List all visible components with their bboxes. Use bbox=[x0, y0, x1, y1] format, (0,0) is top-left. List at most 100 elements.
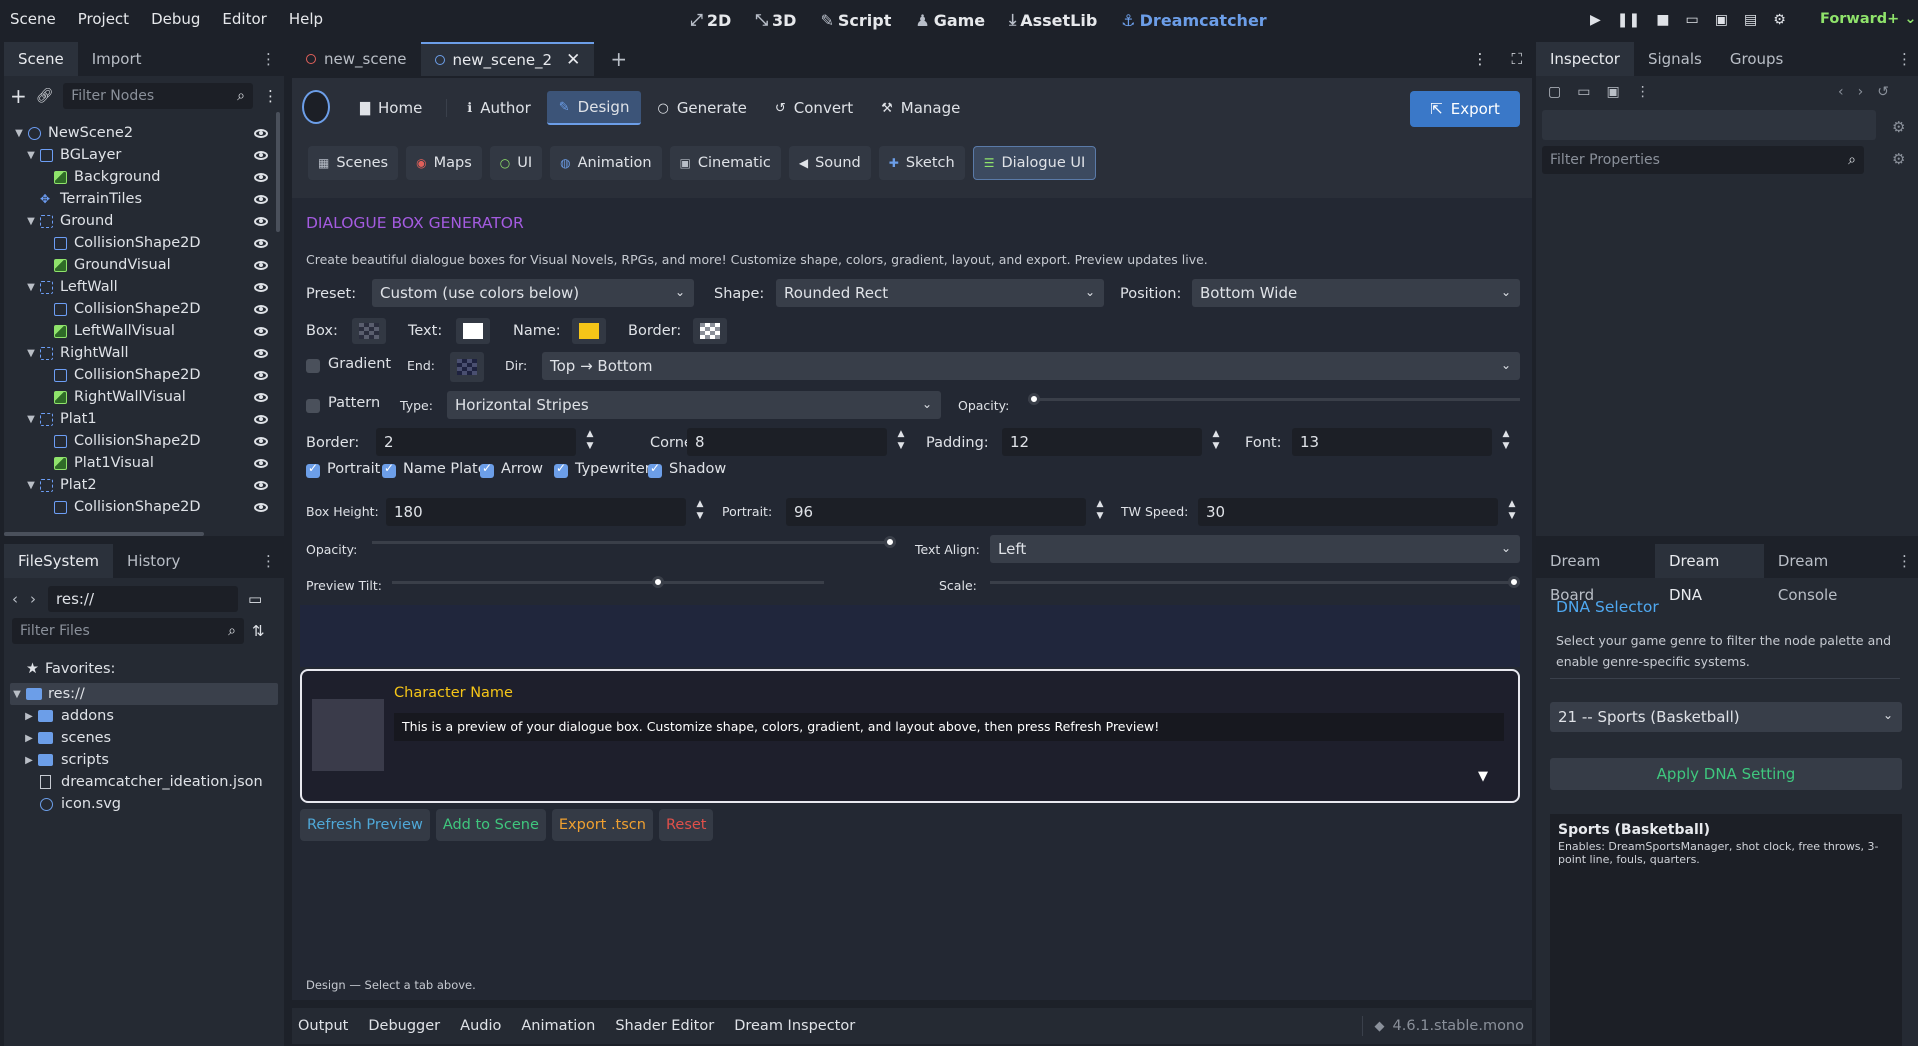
workspace-assetlib[interactable]: ⤓ AssetLib bbox=[1009, 10, 1097, 30]
expand-arrow-icon[interactable]: ▼ bbox=[24, 216, 38, 227]
stop-icon[interactable]: ■ bbox=[1656, 12, 1669, 28]
expand-arrow-icon[interactable]: ▼ bbox=[12, 128, 26, 139]
text-color-picker[interactable] bbox=[456, 318, 490, 344]
scene-menu-icon[interactable]: ⋮ bbox=[263, 87, 278, 105]
nav-home[interactable]: ▇ Home bbox=[348, 91, 434, 125]
remote-debug-icon[interactable]: ▭ bbox=[1685, 12, 1698, 28]
tree-node[interactable]: Plat1Visual bbox=[8, 452, 278, 474]
play-custom-icon[interactable]: ▤ bbox=[1744, 12, 1757, 28]
corner-input[interactable]: 8 bbox=[687, 428, 887, 456]
visibility-eye-icon[interactable] bbox=[254, 216, 268, 226]
menu-project[interactable]: Project bbox=[78, 10, 129, 28]
tab-groups[interactable]: Groups bbox=[1716, 42, 1797, 76]
slider-knob[interactable] bbox=[1028, 393, 1040, 405]
link-icon[interactable]: 🔗︎ bbox=[36, 88, 58, 104]
subtab-maps[interactable]: ◉ Maps bbox=[406, 146, 482, 180]
dock-menu-icon[interactable]: ⋮ bbox=[261, 552, 276, 570]
visibility-eye-icon[interactable] bbox=[254, 172, 268, 182]
more-icon[interactable]: ⋮ bbox=[1636, 84, 1650, 100]
subtab-sound[interactable]: ◀ Sound bbox=[788, 146, 871, 180]
workspace-2d[interactable]: ⤢ 2D bbox=[690, 10, 731, 30]
tree-node[interactable]: Background bbox=[8, 166, 278, 188]
save-icon[interactable]: ▣ bbox=[1606, 84, 1619, 100]
nav-generate[interactable]: ○ Generate bbox=[645, 91, 758, 125]
filter-nodes-input[interactable]: Filter Nodes ⌕ bbox=[63, 83, 253, 109]
renderer-select[interactable]: Forward+ ⌄ bbox=[1820, 11, 1917, 27]
slider-knob[interactable] bbox=[1508, 576, 1520, 588]
fs-root-row[interactable]: ▼ res:// bbox=[10, 683, 278, 705]
visibility-eye-icon[interactable] bbox=[254, 414, 268, 424]
scale-slider[interactable] bbox=[990, 576, 1520, 588]
visibility-eye-icon[interactable] bbox=[254, 480, 268, 490]
fs-item[interactable]: ▶ scenes bbox=[10, 727, 278, 749]
gradient-checkbox[interactable] bbox=[306, 359, 320, 373]
fullscreen-icon[interactable]: ⛶ bbox=[1511, 50, 1522, 68]
subtab-ui[interactable]: ○ UI bbox=[489, 146, 543, 180]
expand-arrow-icon[interactable]: ▼ bbox=[24, 348, 38, 359]
visibility-eye-icon[interactable] bbox=[254, 458, 268, 468]
shape-select[interactable]: Rounded Rect ⌄ bbox=[776, 279, 1104, 307]
tab-inspector[interactable]: Inspector bbox=[1536, 42, 1634, 76]
export-button[interactable]: ⇱ Export bbox=[1410, 91, 1520, 127]
bottom-tab-dream-inspector[interactable]: Dream Inspector bbox=[734, 1018, 855, 1034]
preset-select[interactable]: Custom (use colors below) ⌄ bbox=[372, 279, 694, 307]
visibility-eye-icon[interactable] bbox=[254, 370, 268, 380]
tree-node[interactable]: CollisionShape2D bbox=[8, 364, 278, 386]
font-spinner[interactable]: ▲ ▼ bbox=[1498, 428, 1514, 456]
gradient-direction-select[interactable]: Top → Bottom ⌄ bbox=[542, 352, 1520, 380]
subtab-cinematic[interactable]: ▣ Cinematic bbox=[669, 146, 781, 180]
visibility-eye-icon[interactable] bbox=[254, 348, 268, 358]
tab-dream-dna[interactable]: Dream DNA bbox=[1654, 544, 1764, 604]
nav-design[interactable]: ✎ Design bbox=[546, 91, 642, 125]
editor-tab-new-scene[interactable]: new_scene bbox=[292, 42, 421, 76]
tab-menu-icon[interactable]: ⋮ bbox=[1472, 50, 1487, 68]
tab-dream-console[interactable]: Dream Console bbox=[1764, 544, 1897, 604]
menu-help[interactable]: Help bbox=[289, 10, 323, 28]
border-color-picker[interactable] bbox=[693, 318, 727, 344]
tab-filesystem[interactable]: FileSystem bbox=[4, 544, 114, 578]
workspace-3d[interactable]: ⤡ 3D bbox=[755, 10, 796, 30]
pattern-checkbox[interactable] bbox=[306, 399, 320, 413]
bottom-tab-output[interactable]: Output bbox=[298, 1018, 348, 1034]
preview-tilt-slider[interactable] bbox=[392, 576, 824, 588]
sort-icon[interactable]: ⇅ bbox=[252, 622, 265, 640]
filter-properties-input[interactable]: Filter Properties ⌕ bbox=[1542, 146, 1864, 174]
subtab-animation[interactable]: ◍ Animation bbox=[550, 146, 662, 180]
box-height-spinner[interactable]: ▲ ▼ bbox=[692, 498, 708, 526]
forward-icon[interactable]: › bbox=[30, 590, 48, 608]
name-color-picker[interactable] bbox=[572, 318, 606, 344]
property-settings-icon[interactable]: ⚙ bbox=[1892, 150, 1905, 168]
checkbox-arrow[interactable] bbox=[480, 461, 494, 478]
split-view-icon[interactable]: ▭ bbox=[248, 590, 262, 608]
expand-arrow-icon[interactable]: ▶ bbox=[22, 755, 36, 766]
tree-node[interactable]: Plat2Visual bbox=[8, 518, 278, 522]
portrait-spinner[interactable]: ▲ ▼ bbox=[1092, 498, 1108, 526]
tree-node[interactable]: ▼ Plat1 bbox=[8, 408, 278, 430]
history-icon[interactable]: ↺ bbox=[1877, 84, 1889, 100]
bottom-tab-audio[interactable]: Audio bbox=[460, 1018, 501, 1034]
box-color-picker[interactable] bbox=[352, 318, 386, 344]
subtab-scenes[interactable]: ▦ Scenes bbox=[308, 146, 399, 180]
tree-node[interactable]: ▼ RightWall bbox=[8, 342, 278, 364]
bottom-tab-animation[interactable]: Animation bbox=[521, 1018, 595, 1034]
portrait-size-input[interactable]: 96 bbox=[786, 498, 1086, 526]
checkbox-typewriter[interactable] bbox=[554, 461, 568, 478]
forward-icon[interactable]: › bbox=[1858, 84, 1864, 100]
new-resource-icon[interactable]: ▢ bbox=[1548, 84, 1561, 100]
dock-menu-icon[interactable]: ⋮ bbox=[261, 50, 276, 68]
tree-node[interactable]: GroundVisual bbox=[8, 254, 278, 276]
tree-vscroll[interactable] bbox=[276, 112, 280, 232]
tab-history[interactable]: History bbox=[113, 544, 194, 578]
subtab-dialogue-ui[interactable]: ☰ Dialogue UI bbox=[972, 146, 1097, 180]
menu-scene[interactable]: Scene bbox=[10, 10, 56, 28]
box-height-input[interactable]: 180 bbox=[386, 498, 686, 526]
add-to-scene-button[interactable]: Add to Scene bbox=[435, 809, 546, 841]
tree-node[interactable]: ▼ Ground bbox=[8, 210, 278, 232]
tree-node[interactable]: CollisionShape2D bbox=[8, 232, 278, 254]
fs-item[interactable]: dreamcatcher_ideation.json bbox=[10, 771, 278, 793]
apply-dna-button[interactable]: Apply DNA Setting bbox=[1550, 758, 1902, 790]
checkbox-shadow[interactable] bbox=[648, 461, 662, 478]
menu-editor[interactable]: Editor bbox=[222, 10, 266, 28]
padding-spinner[interactable]: ▲ ▼ bbox=[1208, 428, 1224, 456]
visibility-eye-icon[interactable] bbox=[254, 150, 268, 160]
